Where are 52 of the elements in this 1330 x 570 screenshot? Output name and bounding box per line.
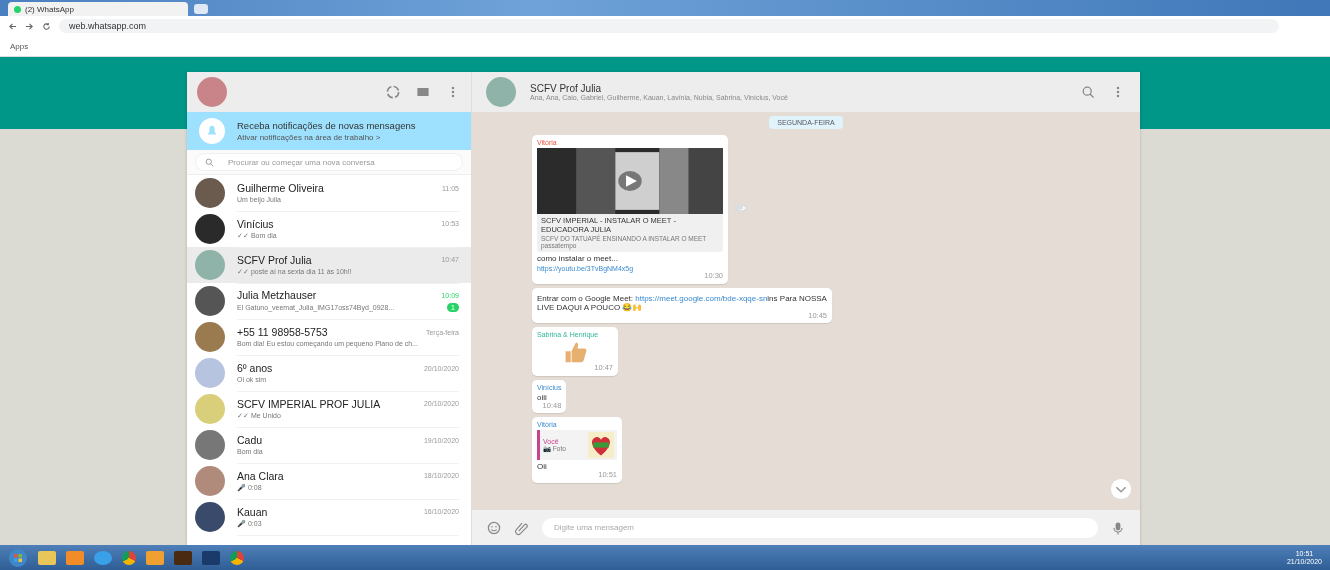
- scroll-down-button[interactable]: [1110, 478, 1132, 500]
- meet-link[interactable]: https://meet.google.com/bde-xqqe-sn: [635, 293, 768, 303]
- notification-title: Receba notificações de novas mensagens: [237, 120, 416, 131]
- contact-avatar: [195, 430, 225, 460]
- contact-avatar: [195, 250, 225, 280]
- contact-avatar: [195, 178, 225, 208]
- notification-link[interactable]: Ativar notificações na área de trabalho >: [237, 133, 416, 142]
- app-icon[interactable]: [146, 550, 164, 565]
- message-text: como instalar o meet...: [537, 254, 619, 263]
- forward-icon[interactable]: [25, 21, 34, 31]
- contact-name: 6º anos: [237, 362, 273, 374]
- address-bar[interactable]: web.whatsapp.com: [59, 19, 1279, 33]
- bookmark[interactable]: Apps: [10, 41, 29, 51]
- message-text: Entrar com o Google Meet: https://meet.google.com/bde-xqqe-snins Para NOSSA LIVE DAQUI A POUCO 😂🙌: [537, 293, 827, 312]
- profile-avatar[interactable]: [197, 77, 227, 107]
- contact-name: Vinícius: [237, 217, 274, 230]
- bell-off-icon: [199, 118, 225, 144]
- contact-avatar: [195, 322, 225, 352]
- contact-name: Guilherme Oliveira: [237, 182, 324, 194]
- contact-name: SCFV Prof Julia: [237, 253, 312, 266]
- app-icon[interactable]: [202, 550, 220, 565]
- contact-name: +55 11 98958-5753: [237, 326, 328, 338]
- browser-tab[interactable]: (2) WhatsApp: [8, 2, 188, 16]
- message-input[interactable]: Digite uma mensagem: [542, 517, 1098, 538]
- app-icon[interactable]: [174, 550, 192, 565]
- notification-banner[interactable]: Receba notificações de novas mensagens Ativar notificações na área de trabalho >: [187, 112, 471, 150]
- status-icon[interactable]: [385, 84, 401, 100]
- new-tab-button[interactable]: [194, 4, 208, 14]
- chat-title: SCFV Prof Julia: [530, 83, 603, 94]
- contact-name: SCFV IMPERIAL PROF JULIA: [237, 397, 381, 410]
- group-avatar[interactable]: [486, 77, 516, 107]
- contact-avatar: [195, 502, 225, 532]
- search-icon: [205, 158, 214, 167]
- contact-avatar: [195, 286, 225, 316]
- contact-avatar: [195, 358, 225, 388]
- contact-avatar: [195, 214, 225, 244]
- search-field[interactable]: Procurar ou começar uma nova conversa: [195, 153, 463, 171]
- reload-icon[interactable]: [42, 21, 51, 31]
- contact-name: Cadu: [237, 434, 263, 446]
- message-text: Oii: [537, 462, 548, 471]
- contact-name: Kauan: [237, 505, 268, 518]
- contact-avatar: [195, 466, 225, 496]
- message-text: oiii: [537, 392, 548, 402]
- contact-avatar: [195, 394, 225, 424]
- start-button[interactable]: [8, 547, 28, 568]
- whatsapp-icon: [14, 5, 21, 13]
- back-icon[interactable]: [8, 21, 17, 31]
- contact-name: Ana Clara: [237, 469, 284, 482]
- tab-title: (2) WhatsApp: [25, 4, 74, 14]
- emoji-icon[interactable]: [486, 519, 502, 536]
- search-icon[interactable]: [1080, 84, 1096, 100]
- contact-name: Julia Metzhauser: [237, 289, 317, 301]
